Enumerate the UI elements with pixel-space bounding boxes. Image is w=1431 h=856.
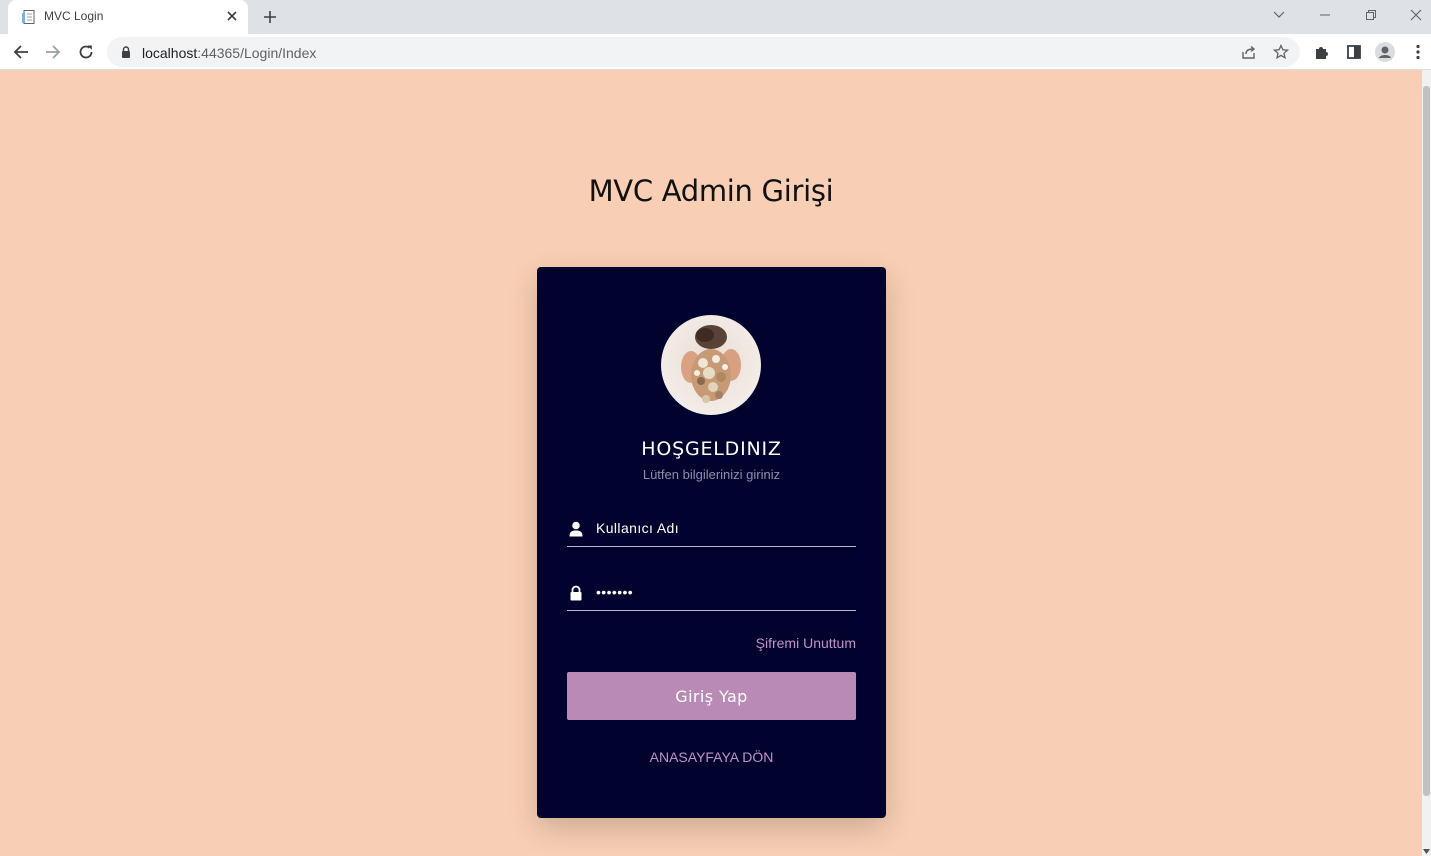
reload-button[interactable] [73, 39, 99, 65]
page-favicon-icon [22, 10, 35, 24]
forward-button[interactable] [40, 39, 66, 65]
share-icon [1242, 45, 1256, 59]
username-input[interactable] [596, 517, 854, 539]
back-to-home-link[interactable]: ANASAYFAYA DÖN [537, 749, 886, 765]
profile-avatar-icon [1375, 42, 1395, 62]
puzzle-icon [1316, 47, 1328, 59]
side-panel-icon [1347, 45, 1361, 59]
minimize-icon [1320, 14, 1330, 16]
password-field [567, 575, 856, 611]
close-tab-icon[interactable] [224, 8, 240, 24]
login-card: HOŞGELDINIZ Lütfen bilgilerinizi giriniz… [537, 267, 886, 818]
bookmark-button[interactable] [1272, 43, 1290, 61]
side-panel-button[interactable] [1344, 42, 1364, 62]
restore-button[interactable] [1359, 4, 1383, 26]
welcome-subtitle: Lütfen bilgilerinizi giriniz [642, 467, 781, 482]
triangle-down-icon [1423, 848, 1430, 854]
browser-tab[interactable]: MVC Login [8, 0, 248, 34]
url-host: localhost [142, 45, 198, 61]
close-window-button[interactable] [1404, 4, 1428, 26]
arrow-right-icon [46, 45, 61, 59]
chevron-down-icon [1273, 11, 1285, 18]
extensions-button[interactable] [1312, 42, 1332, 62]
forgot-password-link[interactable]: Şifremi Unuttum [756, 635, 856, 651]
address-bar[interactable]: localhost:44365/Login/Index [107, 37, 1300, 67]
new-tab-button[interactable] [258, 5, 282, 29]
browser-toolbar: localhost:44365/Login/Index [0, 34, 1431, 70]
browser-menu-button[interactable] [1408, 42, 1428, 62]
scrollbar-thumb[interactable] [1423, 86, 1430, 796]
restore-icon [1366, 10, 1376, 20]
login-button[interactable]: Giriş Yap [567, 672, 856, 720]
kebab-menu-icon [1416, 44, 1420, 60]
welcome-heading: HOŞGELDINIZ [641, 438, 782, 460]
reload-icon [79, 45, 93, 59]
browser-tabstrip: MVC Login [0, 0, 1431, 34]
page-viewport: MVC Admin Girişi HOŞGELDINIZ Lütfen bilg… [0, 70, 1431, 856]
page-scrollbar[interactable] [1422, 70, 1431, 856]
tab-search-button[interactable] [1267, 4, 1291, 26]
arrow-left-icon [13, 45, 28, 59]
page-title: MVC Admin Girişi [588, 174, 834, 208]
secure-lock-icon[interactable] [119, 45, 133, 59]
scroll-down-arrow[interactable] [1423, 848, 1430, 854]
plus-icon [264, 11, 276, 23]
avatar [661, 315, 761, 415]
minimize-button[interactable] [1313, 4, 1337, 26]
tab-title: MVC Login [44, 9, 104, 23]
username-field [567, 511, 856, 547]
password-input[interactable] [596, 581, 854, 603]
lock-icon [570, 585, 582, 601]
star-icon [1273, 44, 1289, 60]
close-icon [1410, 9, 1422, 21]
url-path: :44365/Login/Index [197, 45, 317, 61]
avatar-photo [661, 315, 761, 415]
back-button[interactable] [8, 39, 34, 65]
profile-button[interactable] [1375, 42, 1395, 62]
user-icon [569, 521, 583, 537]
share-button[interactable] [1240, 43, 1258, 61]
url-text: localhost:44365/Login/Index [142, 45, 316, 61]
